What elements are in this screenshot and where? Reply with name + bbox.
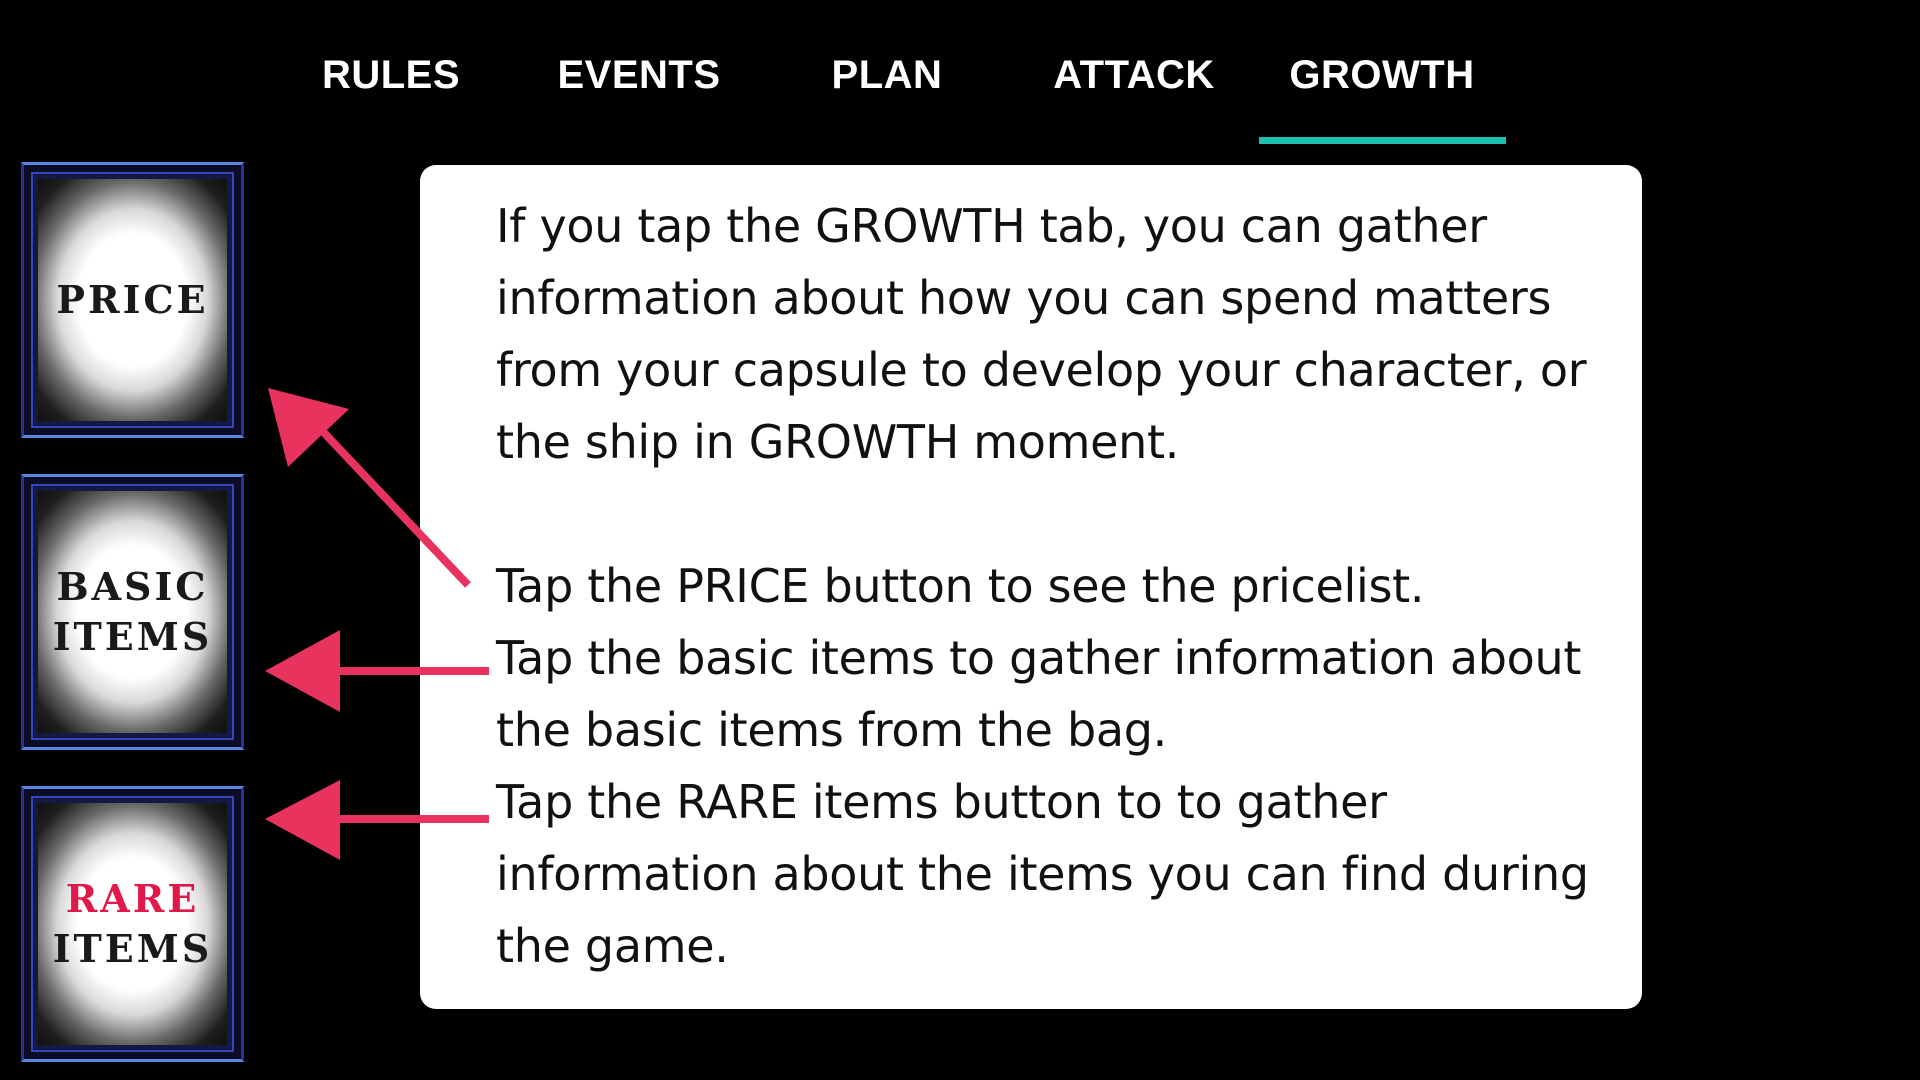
rare-items-help-text: Tap the RARE items button to to gather i… (496, 775, 1589, 973)
basic-items-help-text: Tap the basic items to gather informatio… (496, 631, 1582, 757)
rare-items-label-line1: RARE (65, 876, 200, 921)
active-tab-indicator (1259, 137, 1506, 144)
tab-events[interactable]: EVENTS (516, 0, 762, 145)
tab-growth[interactable]: GROWTH (1259, 0, 1505, 145)
info-card: If you tap the GROWTH tab, you can gathe… (420, 165, 1642, 1009)
basic-items-label-line1: BASIC (56, 564, 209, 609)
price-help-text: Tap the PRICE button to see the pricelis… (496, 559, 1425, 613)
growth-intro-text: If you tap the GROWTH tab, you can gathe… (496, 199, 1587, 469)
button-face: RARE ITEMS (38, 803, 227, 1045)
price-button[interactable]: PRICE (21, 162, 244, 438)
button-face: BASIC ITEMS (38, 491, 227, 733)
tutorial-screen: RULES EVENTS PLAN ATTACK GROWTH PRICE BA… (0, 0, 1920, 1080)
button-face: PRICE (38, 179, 227, 421)
basic-items-button[interactable]: BASIC ITEMS (21, 474, 244, 750)
tab-bar: RULES EVENTS PLAN ATTACK GROWTH (0, 0, 1920, 145)
price-button-label: PRICE (56, 277, 209, 322)
tab-rules[interactable]: RULES (268, 0, 514, 145)
basic-items-label-line2: ITEMS (52, 614, 213, 659)
tab-plan[interactable]: PLAN (764, 0, 1010, 145)
tab-attack[interactable]: ATTACK (1011, 0, 1257, 145)
rare-items-button[interactable]: RARE ITEMS (21, 786, 244, 1062)
rare-items-label-line2: ITEMS (52, 926, 213, 971)
